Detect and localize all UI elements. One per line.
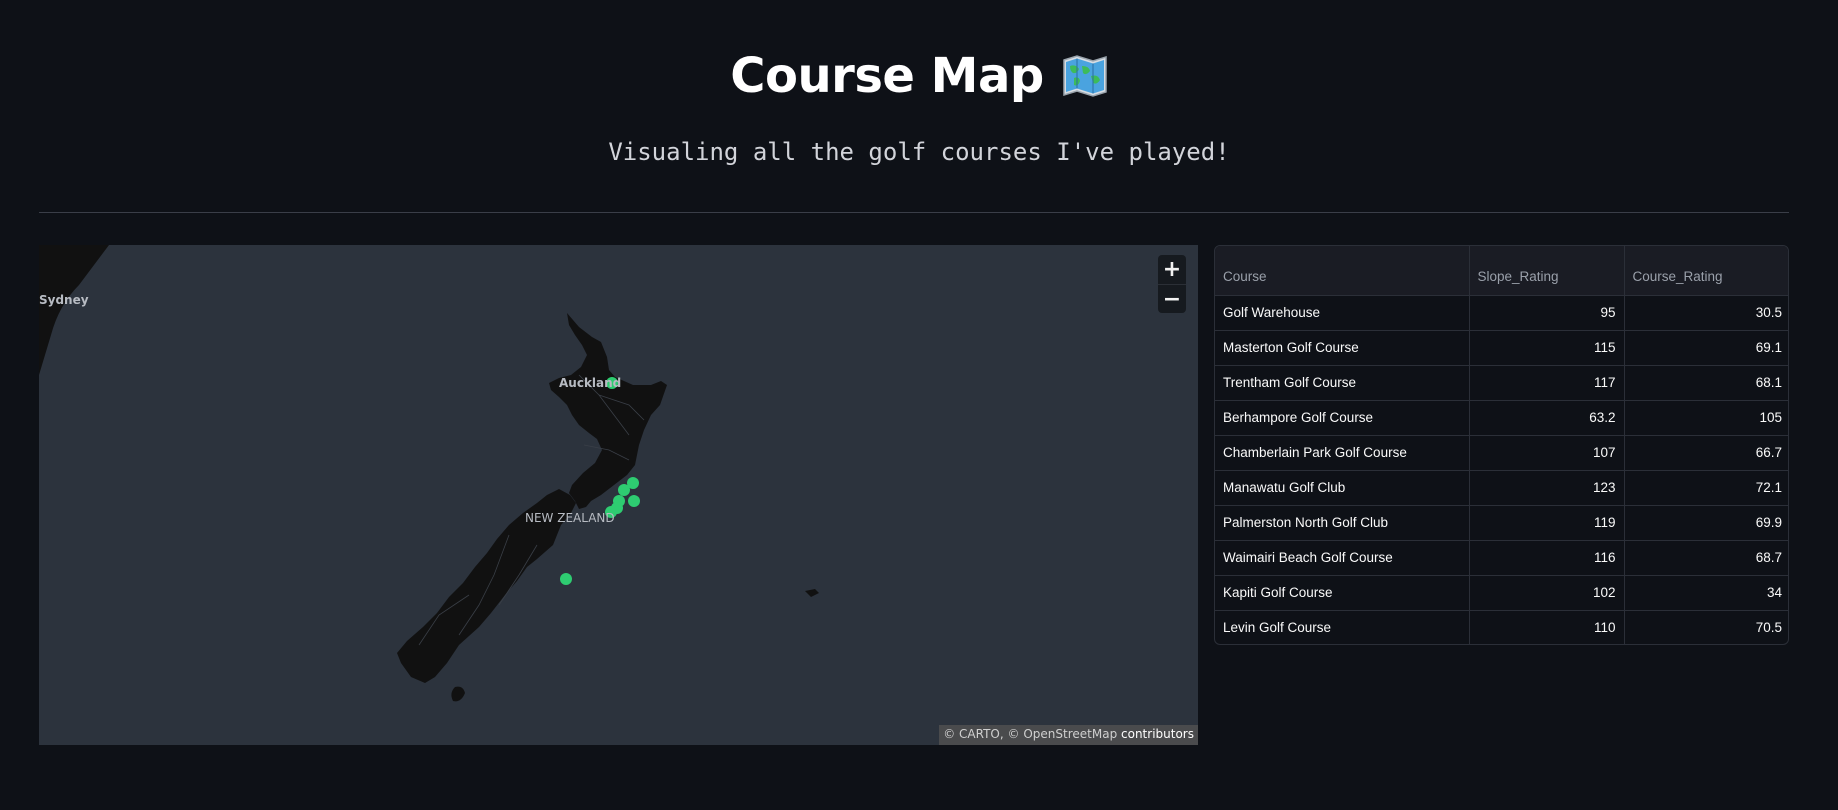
australia-landmass (39, 245, 109, 375)
cell-course[interactable]: Berhampore Golf Course (1215, 400, 1470, 436)
page-title-text: Course Map (730, 48, 1044, 104)
table-header-row: Course Slope_Rating Course_Rating (1215, 246, 1788, 296)
table-row[interactable]: Manawatu Golf Club 123 72.1 (1215, 470, 1788, 506)
cell-course-rating[interactable]: 69.9 (1624, 505, 1788, 541)
cell-course-rating[interactable]: 68.7 (1624, 540, 1788, 576)
table-body: Golf Warehouse 95 30.5 Masterton Golf Cours… (1215, 295, 1788, 644)
page-title: Course Map (0, 48, 1838, 104)
cell-course-rating[interactable]: 72.1 (1624, 470, 1788, 506)
cell-slope-rating[interactable]: 116 (1469, 540, 1625, 576)
table-row[interactable]: Chamberlain Park Golf Course 107 66.7 (1215, 435, 1788, 471)
map-label-sydney: Sydney (39, 293, 89, 307)
cell-course[interactable]: Masterton Golf Course (1215, 330, 1470, 366)
cell-course[interactable]: Waimairi Beach Golf Course (1215, 540, 1470, 576)
map-tiles[interactable] (39, 245, 1198, 745)
column-header-course[interactable]: Course (1215, 246, 1470, 296)
attribution-contributors: contributors (1121, 727, 1194, 741)
cell-slope-rating[interactable]: 123 (1469, 470, 1625, 506)
cell-slope-rating[interactable]: 110 (1469, 610, 1625, 644)
cell-course-rating[interactable]: 69.1 (1624, 330, 1788, 366)
column-header-slope-rating[interactable]: Slope_Rating (1469, 246, 1625, 296)
cell-course[interactable]: Trentham Golf Course (1215, 365, 1470, 401)
zoom-control: + − (1158, 255, 1186, 313)
north-island (549, 313, 667, 509)
chatham-islands (805, 589, 819, 597)
table-row[interactable]: Waimairi Beach Golf Course 116 68.7 (1215, 540, 1788, 576)
table-row[interactable]: Masterton Golf Course 115 69.1 (1215, 330, 1788, 366)
courses-table[interactable]: Course Slope_Rating Course_Rating Golf W… (1214, 245, 1789, 645)
cell-course-rating[interactable]: 66.7 (1624, 435, 1788, 471)
cell-course-rating[interactable]: 105 (1624, 400, 1788, 436)
map-label-new-zealand: NEW ZEALAND (525, 511, 615, 525)
table-row[interactable]: Golf Warehouse 95 30.5 (1215, 295, 1788, 331)
cell-course-rating[interactable]: 68.1 (1624, 365, 1788, 401)
cell-slope-rating[interactable]: 95 (1469, 295, 1625, 331)
cell-slope-rating[interactable]: 119 (1469, 505, 1625, 541)
cell-course[interactable]: Golf Warehouse (1215, 295, 1470, 331)
cell-course[interactable]: Chamberlain Park Golf Course (1215, 435, 1470, 471)
divider (39, 212, 1789, 213)
cell-course-rating[interactable]: 34 (1624, 575, 1788, 611)
stewart-island (451, 686, 465, 702)
zoom-out-button[interactable]: − (1158, 284, 1186, 313)
cell-course[interactable]: Palmerston North Golf Club (1215, 505, 1470, 541)
cell-course[interactable]: Manawatu Golf Club (1215, 470, 1470, 506)
course-map[interactable]: Sydney Auckland NEW ZEALAND + − © CARTO,… (39, 245, 1198, 745)
cell-course-rating[interactable]: 70.5 (1624, 610, 1788, 644)
attribution-carto-link[interactable]: © CARTO, (943, 727, 1003, 741)
cell-slope-rating[interactable]: 117 (1469, 365, 1625, 401)
cell-slope-rating[interactable]: 107 (1469, 435, 1625, 471)
table-row[interactable]: Trentham Golf Course 117 68.1 (1215, 365, 1788, 401)
column-header-course-rating[interactable]: Course_Rating (1624, 246, 1788, 296)
table-row[interactable]: Kapiti Golf Course 102 34 (1215, 575, 1788, 611)
map-label-auckland: Auckland (559, 376, 622, 390)
course-marker[interactable] (628, 495, 640, 507)
table-row[interactable]: Levin Golf Course 110 70.5 (1215, 610, 1788, 644)
table-row[interactable]: Berhampore Golf Course 63.2 105 (1215, 400, 1788, 436)
attribution-osm-link[interactable]: © OpenStreetMap (1008, 727, 1118, 741)
cell-course[interactable]: Levin Golf Course (1215, 610, 1470, 644)
table-row[interactable]: Palmerston North Golf Club 119 69.9 (1215, 505, 1788, 541)
course-marker[interactable] (560, 573, 572, 585)
cell-course[interactable]: Kapiti Golf Course (1215, 575, 1470, 611)
cell-slope-rating[interactable]: 63.2 (1469, 400, 1625, 436)
world-map-icon (1062, 54, 1108, 98)
map-attribution: © CARTO, © OpenStreetMap contributors (939, 725, 1198, 745)
cell-course-rating[interactable]: 30.5 (1624, 295, 1788, 331)
cell-slope-rating[interactable]: 115 (1469, 330, 1625, 366)
page-subtitle: Visualing all the golf courses I've play… (608, 138, 1230, 166)
course-marker[interactable] (618, 484, 630, 496)
zoom-in-button[interactable]: + (1158, 255, 1186, 284)
cell-slope-rating[interactable]: 102 (1469, 575, 1625, 611)
